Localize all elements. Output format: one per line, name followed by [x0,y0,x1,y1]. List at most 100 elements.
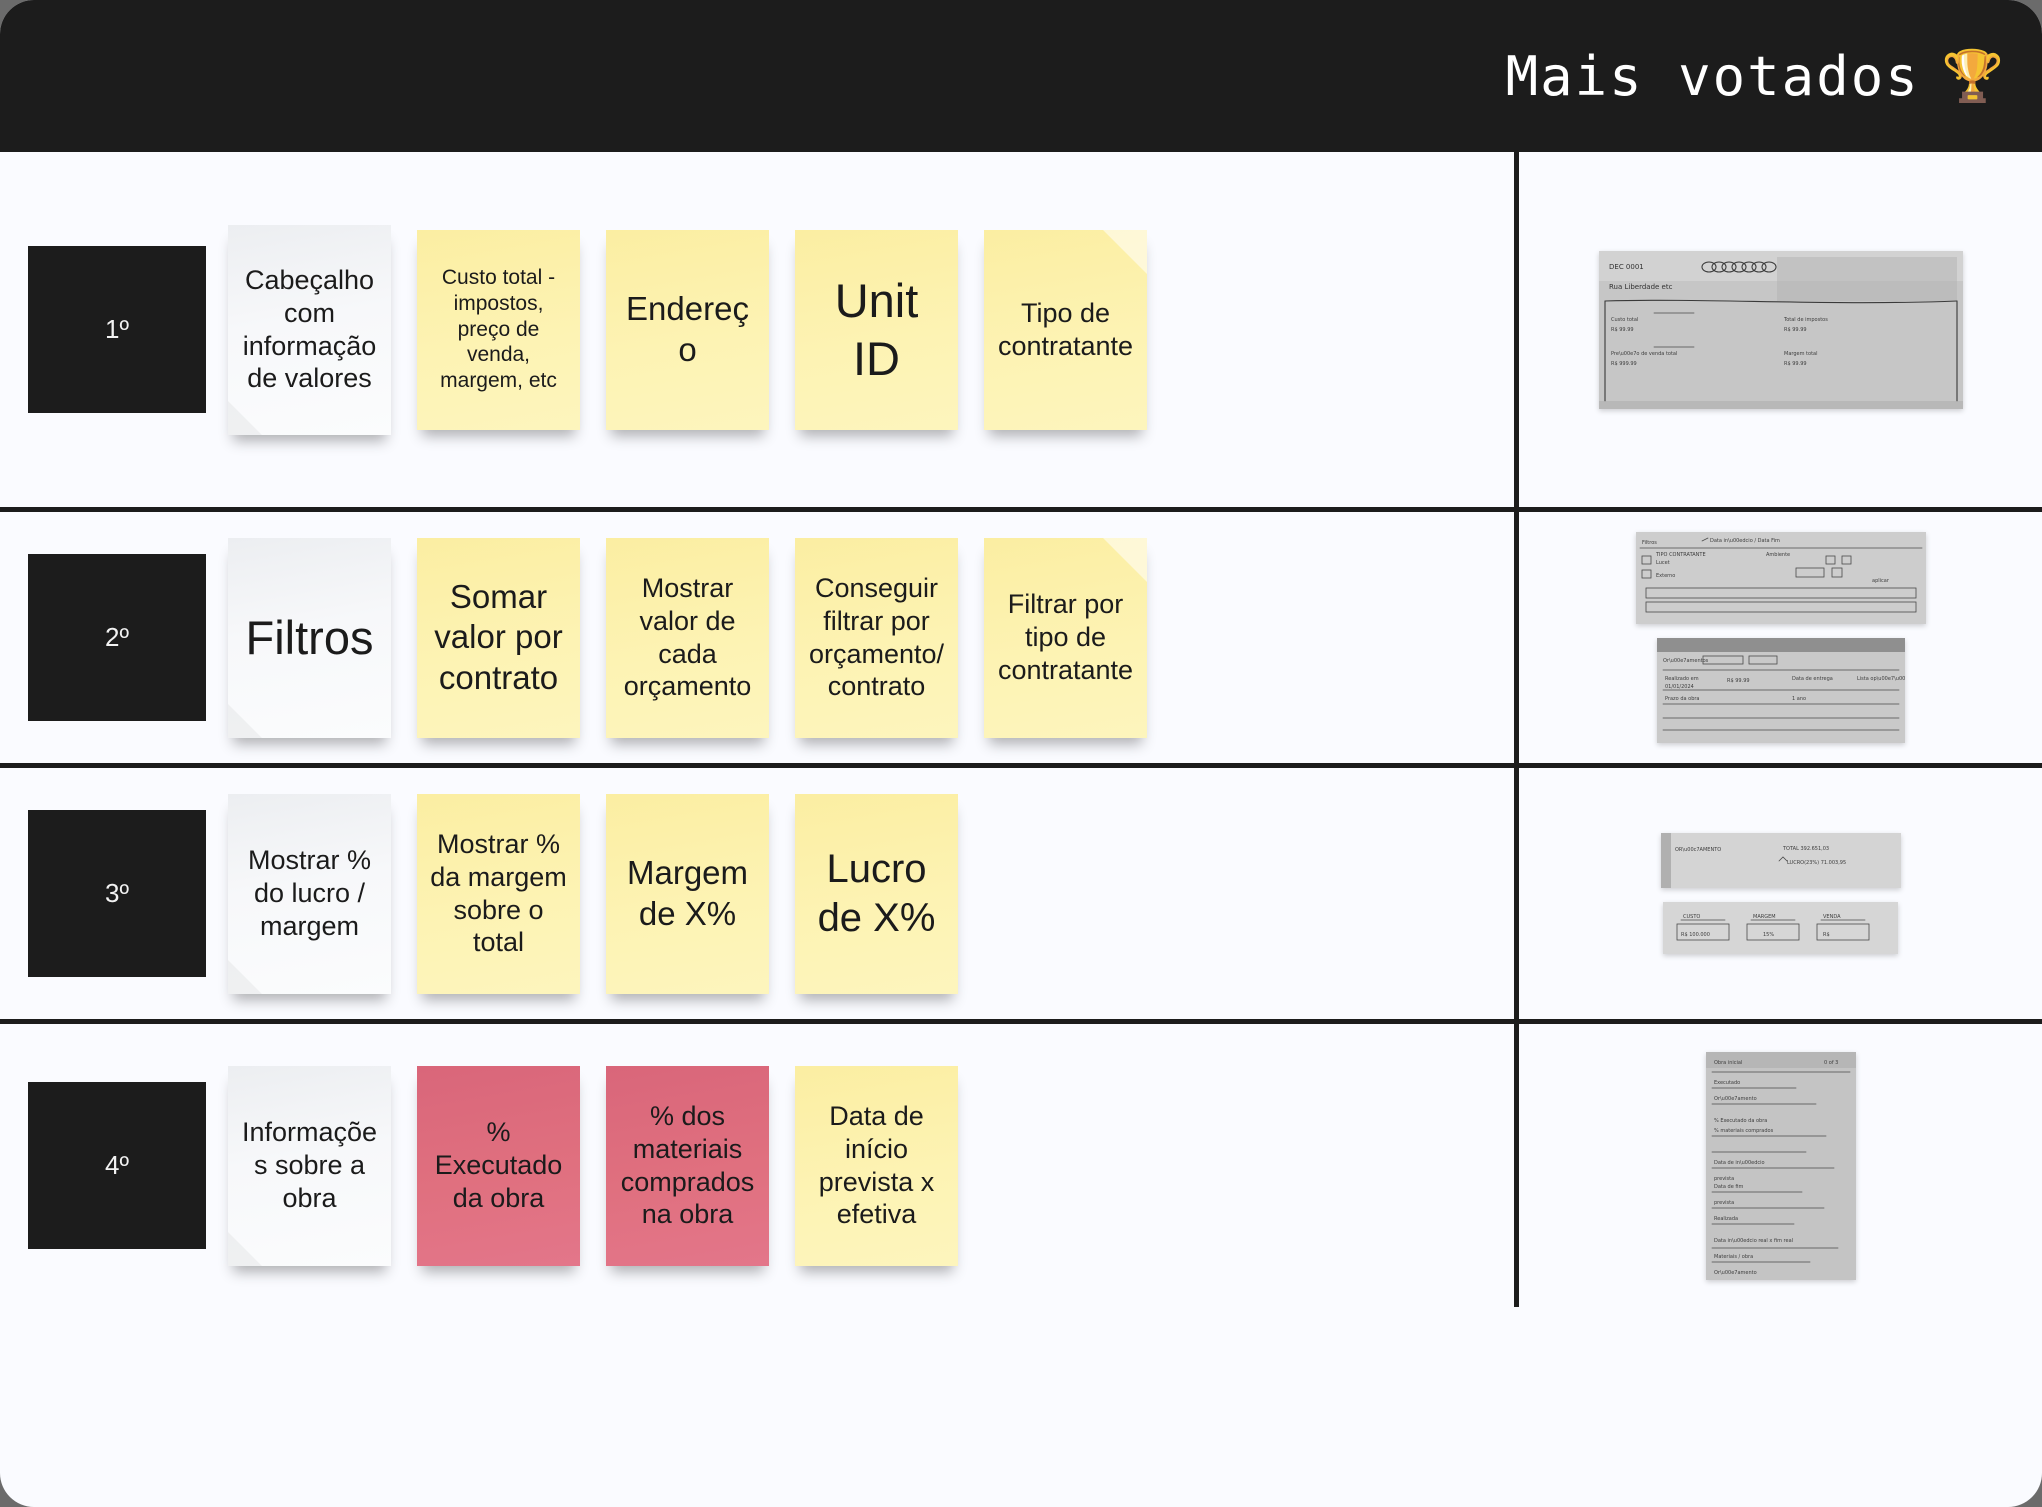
ranking-row-3: 3º Mostrar % do lucro / margem Mostrar %… [0,768,2042,1024]
svg-text:R$ 99.99: R$ 99.99 [1727,678,1750,684]
page-title: Mais votados [1505,44,1920,108]
sticky-note[interactable]: Informações sobre a obra [228,1065,391,1266]
svg-text:% Executado da obra: % Executado da obra [1714,1118,1767,1124]
svg-text:prevista: prevista [1714,1176,1734,1182]
svg-text:Data de entrega: Data de entrega [1792,676,1833,682]
sticky-note-text: Mostrar valor de cada orçamento [623,572,752,702]
svg-text:R$: R$ [1823,932,1830,938]
rank-badge-3: 3º [28,810,206,977]
sticky-note[interactable]: % Executado da obra [417,1065,580,1266]
sticky-note[interactable]: Somar valor por contrato [417,537,580,738]
svg-text:Custo total: Custo total [1611,317,1638,323]
sticky-note[interactable]: Lucro de X% [795,793,958,994]
sticky-note[interactable]: Endereço [606,229,769,430]
row-2-photos-area: Filtros Data in\u00edcio / Data Fim TIPO… [1519,512,2042,763]
svg-text:Filtros: Filtros [1642,540,1657,546]
svg-text:CUSTO: CUSTO [1683,914,1700,920]
svg-text:VENDA: VENDA [1823,914,1841,920]
ranking-grid: 1º Cabeçalho com informação de valores C… [0,152,2042,1507]
svg-text:Executado: Executado [1714,1080,1740,1086]
svg-text:Data in\u00edcio real x fim re: Data in\u00edcio real x fim real [1714,1238,1793,1244]
rank-badge-label: 2º [105,622,129,652]
svg-text:Obra inicial: Obra inicial [1714,1060,1742,1066]
sketch-photo-filters-top: Filtros Data in\u00edcio / Data Fim TIPO… [1635,532,1926,624]
svg-text:R$ 99.99: R$ 99.99 [1784,361,1807,367]
svg-text:Prazo da obra: Prazo da obra [1665,696,1700,702]
sticky-note[interactable]: Tipo de contratante [984,229,1147,430]
svg-text:R$ 99.99: R$ 99.99 [1611,327,1634,333]
svg-text:Pre\u00e7o de venda total: Pre\u00e7o de venda total [1611,351,1677,357]
whiteboard-canvas: Mais votados 🏆 1º Cabeçalho com informaç… [0,0,2042,1507]
row-1-notes-area: 1º Cabeçalho com informação de valores C… [0,152,1519,507]
sticky-note-text: % Executado da obra [434,1117,563,1213]
svg-text:Margem total: Margem total [1784,351,1818,357]
ranking-row-1: 1º Cabeçalho com informação de valores C… [0,152,2042,512]
svg-text:Realizada: Realizada [1714,1216,1738,1222]
sticky-note-text: Conseguir filtrar por orçamento/ contrat… [808,572,945,702]
sticky-note-text: Cabeçalho com informação de valores [242,264,377,394]
row-3-notes-area: 3º Mostrar % do lucro / margem Mostrar %… [0,768,1519,1019]
svg-text:Realizado em: Realizado em [1665,676,1699,682]
sticky-note-text: Mostrar % do lucro / margem [247,845,372,941]
svg-text:Or\u00e7amento: Or\u00e7amento [1714,1096,1757,1102]
svg-text:Data in\u00edcio / Data Fim: Data in\u00edcio / Data Fim [1710,538,1780,544]
svg-text:Rua Liberdade etc: Rua Liberdade etc [1609,283,1673,291]
sticky-note-text: Filtros [245,610,374,664]
svg-text:Data de fim: Data de fim [1714,1184,1744,1190]
sticky-note[interactable]: Filtrar por tipo de contratante [984,537,1147,738]
row-4-photos-area: Obra inicial 0 of 3 Executado Or\u00e7am… [1519,1024,2042,1307]
sticky-note-text: Endereço [626,290,749,368]
rank-badge-label: 3º [105,878,129,908]
svg-text:prevista: prevista [1714,1200,1734,1206]
sticky-note[interactable]: % dos materiais comprados na obra [606,1065,769,1266]
sticky-note-text: Somar valor por contrato [434,578,563,696]
svg-text:% materiais comprados: % materiais comprados [1714,1128,1774,1134]
sticky-note[interactable]: Filtros [228,537,391,738]
sticky-note[interactable]: Unit ID [795,229,958,430]
svg-text:Or\u00e7amentos: Or\u00e7amentos [1663,658,1709,664]
ranking-row-2: 2º Filtros Somar valor por contrato Most… [0,512,2042,768]
sticky-note-text: Informações sobre a obra [241,1117,378,1213]
svg-text:Externo: Externo [1656,573,1675,579]
svg-text:OR\u00c7AMENTO: OR\u00c7AMENTO [1675,847,1721,853]
svg-text:Or\u00e7amento: Or\u00e7amento [1714,1270,1757,1276]
svg-text:MARGEM: MARGEM [1753,914,1776,920]
sticky-note-text: Custo total - impostos, preço de venda, … [440,266,557,392]
svg-text:0 of 3: 0 of 3 [1824,1060,1838,1066]
svg-text:01/01/2024: 01/01/2024 [1665,684,1694,690]
svg-text:LUCRO(23%) 71.003,95: LUCRO(23%) 71.003,95 [1787,860,1846,866]
rank-badge-label: 4º [105,1150,129,1180]
svg-text:Materiais / obra: Materiais / obra [1714,1254,1753,1260]
trophy-icon: 🏆 [1941,48,2004,104]
sticky-note[interactable]: Mostrar % do lucro / margem [228,793,391,994]
rank-badge-label: 1º [105,314,129,344]
sticky-note-text: Tipo de contratante [997,297,1134,361]
board-header: Mais votados 🏆 [0,0,2042,152]
row-3-photos-area: OR\u00c7AMENTO TOTAL 392.651,03 LUCRO(23… [1519,768,2042,1019]
sticky-note-text: % dos materiais comprados na obra [620,1100,755,1230]
row-1-photos-area: DEC 0001 Rua Liberdade etc Custo total R… [1519,152,2042,507]
svg-text:R$ 999.99: R$ 999.99 [1611,361,1637,367]
svg-text:Lucet: Lucet [1656,560,1670,566]
svg-text:TOTAL 392.651,03: TOTAL 392.651,03 [1782,846,1829,852]
sticky-note-text: Lucro de X% [817,846,936,940]
sticky-note[interactable]: Mostrar % da margem sobre o total [417,793,580,994]
rank-badge-4: 4º [28,1082,206,1249]
sticky-note[interactable]: Data de início prevista x efetiva [795,1065,958,1266]
sticky-note-text: Filtrar por tipo de contratante [997,589,1134,685]
sticky-note[interactable]: Conseguir filtrar por orçamento/ contrat… [795,537,958,738]
svg-text:Data de in\u00edcio: Data de in\u00edcio [1714,1160,1765,1166]
row-2-notes-area: 2º Filtros Somar valor por contrato Most… [0,512,1519,763]
sticky-note[interactable]: Cabeçalho com informação de valores [228,224,391,435]
sticky-note[interactable]: Mostrar valor de cada orçamento [606,537,769,738]
svg-text:15%: 15% [1763,932,1774,938]
sticky-note[interactable]: Margem de X% [606,793,769,994]
svg-text:TIPO CONTRATANTE: TIPO CONTRATANTE [1655,552,1706,558]
svg-text:Ambiente: Ambiente [1766,552,1790,558]
rank-badge-1: 1º [28,246,206,413]
svg-text:DEC 0001: DEC 0001 [1609,263,1644,271]
sketch-photo-filters-table: Or\u00e7amentos Realizado em 01/01/2024 [1656,638,1905,743]
svg-text:R$ 100.000: R$ 100.000 [1681,932,1710,938]
sticky-note[interactable]: Custo total - impostos, preço de venda, … [417,229,580,430]
sticky-note-text: Data de início prevista x efetiva [818,1100,935,1230]
